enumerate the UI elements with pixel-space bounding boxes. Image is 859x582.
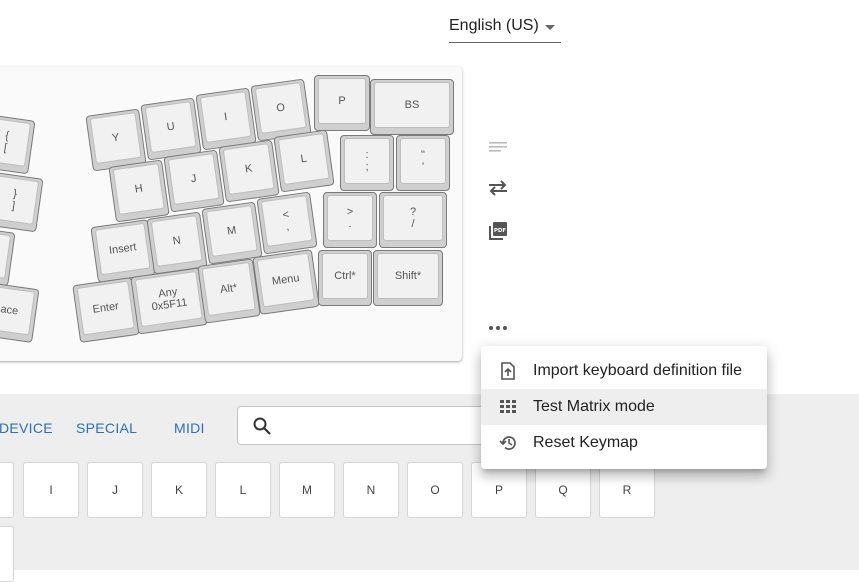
language-label: English (US) <box>449 17 539 34</box>
more-icon[interactable] <box>484 314 512 342</box>
keycode-m[interactable]: M <box>279 462 335 518</box>
menu-item-test-matrix[interactable]: Test Matrix mode <box>481 389 767 425</box>
key-p[interactable]: P <box>314 75 370 131</box>
file-upload-icon <box>499 362 517 380</box>
key-brace-open[interactable]: {[ <box>0 113 36 175</box>
key-space[interactable]: pace <box>0 281 40 343</box>
key-m[interactable]: M <box>201 201 263 265</box>
lines-icon[interactable] <box>484 133 512 161</box>
key-shift[interactable]: Shift* <box>373 250 443 306</box>
key-menu[interactable]: Menu <box>252 249 320 315</box>
keycode-partial[interactable] <box>0 462 14 518</box>
key-partial-left[interactable] <box>0 225 16 287</box>
key-k[interactable]: K <box>218 139 280 203</box>
keycode-partial-row2[interactable] <box>0 526 14 582</box>
key-h[interactable]: H <box>108 159 170 223</box>
key-j[interactable]: J <box>163 149 225 213</box>
menu-item-reset-keymap[interactable]: Reset Keymap <box>481 425 767 461</box>
key-quote[interactable]: " ' <box>396 135 450 191</box>
key-comma[interactable]: <, <box>256 191 318 255</box>
key-alt[interactable]: Alt* <box>197 258 261 324</box>
tab-device[interactable]: DEVICE <box>0 420 53 436</box>
search-input[interactable] <box>237 406 487 445</box>
history-icon <box>499 434 517 452</box>
keycode-p[interactable]: P <box>471 462 527 518</box>
key-i[interactable]: I <box>195 87 257 151</box>
swap-icon[interactable] <box>484 174 512 202</box>
key-u[interactable]: U <box>140 97 202 161</box>
key-ctrl[interactable]: Ctrl* <box>318 250 372 306</box>
caret-down-icon <box>545 25 555 30</box>
keycode-l[interactable]: L <box>215 462 271 518</box>
key-slash[interactable]: ? / <box>379 192 447 248</box>
keycode-o[interactable]: O <box>407 462 463 518</box>
keycode-k[interactable]: K <box>151 462 207 518</box>
key-brace-close[interactable]: }] <box>0 171 44 233</box>
key-l[interactable]: L <box>273 129 335 193</box>
key-period[interactable]: >. <box>323 192 377 248</box>
key-semicolon[interactable]: :; <box>340 135 394 191</box>
key-enter[interactable]: Enter <box>72 277 140 343</box>
pdf-icon[interactable]: PDF <box>484 217 512 245</box>
keyboard-layout: {[ }] pace Y U I O P BS H J K L :; " ' In… <box>0 67 462 361</box>
key-any[interactable]: Any 0x5F11 <box>130 267 208 335</box>
keycode-i[interactable]: I <box>23 462 79 518</box>
keycode-r[interactable]: R <box>599 462 655 518</box>
key-bs[interactable]: BS <box>370 79 454 135</box>
grid-icon <box>499 398 517 416</box>
key-insert[interactable]: Insert <box>90 219 156 283</box>
language-select[interactable]: English (US) <box>449 12 561 43</box>
keycode-j[interactable]: J <box>87 462 143 518</box>
key-n[interactable]: N <box>146 211 208 275</box>
svg-text:PDF: PDF <box>494 228 507 234</box>
tab-midi[interactable]: MIDI <box>174 420 205 436</box>
tab-special[interactable]: SPECIAL <box>76 420 137 436</box>
keyboard-options-menu: Import keyboard definition file Test Mat… <box>481 346 767 469</box>
search-icon <box>253 417 271 435</box>
keycode-q[interactable]: Q <box>535 462 591 518</box>
menu-item-import-definition[interactable]: Import keyboard definition file <box>481 353 767 389</box>
keycode-n[interactable]: N <box>343 462 399 518</box>
